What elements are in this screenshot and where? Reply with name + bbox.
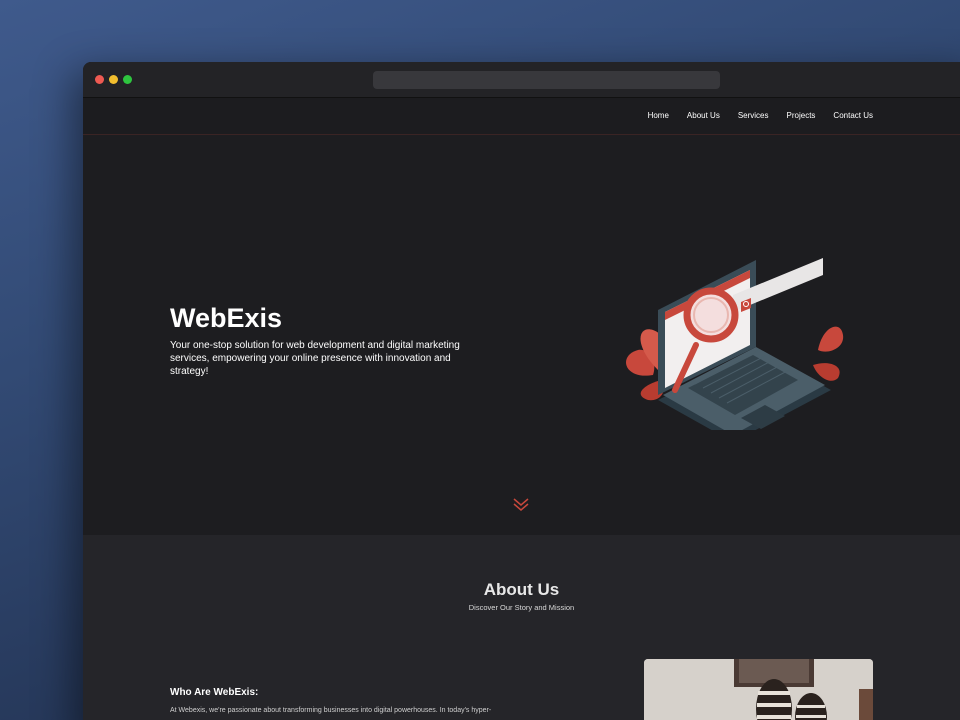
about-title: About Us bbox=[483, 580, 560, 599]
about-section: About Us Discover Our Story and Mission … bbox=[83, 535, 960, 720]
hero-section: WebExis Your one-stop solution for web d… bbox=[83, 135, 960, 535]
nav-link-about-us[interactable]: About Us bbox=[687, 111, 720, 120]
hero-subtitle: Your one-stop solution for web developme… bbox=[170, 340, 460, 377]
nav-link-services[interactable]: Services bbox=[738, 111, 769, 120]
site-navbar: Home About Us Services Projects Contact … bbox=[83, 98, 960, 135]
double-chevron-down-icon[interactable] bbox=[512, 497, 530, 518]
laptop-icon bbox=[658, 260, 831, 442]
browser-titlebar bbox=[83, 62, 960, 98]
nav-link-contact-us[interactable]: Contact Us bbox=[833, 111, 873, 120]
minimize-window-button[interactable] bbox=[109, 75, 118, 84]
address-bar[interactable] bbox=[373, 71, 720, 89]
about-image bbox=[644, 659, 873, 720]
browser-window: Home About Us Services Projects Contact … bbox=[83, 62, 960, 720]
laptop-magnifier-illustration bbox=[613, 230, 853, 442]
about-subtitle: Discover Our Story and Mission bbox=[468, 603, 575, 612]
hero-title: WebExis bbox=[170, 303, 283, 333]
who-are-we-text: At Webexis, we're passionate about trans… bbox=[170, 707, 492, 714]
leaf-right-icon bbox=[813, 326, 844, 381]
close-window-button[interactable] bbox=[95, 75, 104, 84]
nav-link-projects[interactable]: Projects bbox=[787, 111, 816, 120]
nav-link-home[interactable]: Home bbox=[648, 111, 669, 120]
nav-links: Home About Us Services Projects Contact … bbox=[630, 111, 873, 120]
maximize-window-button[interactable] bbox=[123, 75, 132, 84]
who-are-we-title: Who Are WebExis: bbox=[170, 687, 259, 698]
